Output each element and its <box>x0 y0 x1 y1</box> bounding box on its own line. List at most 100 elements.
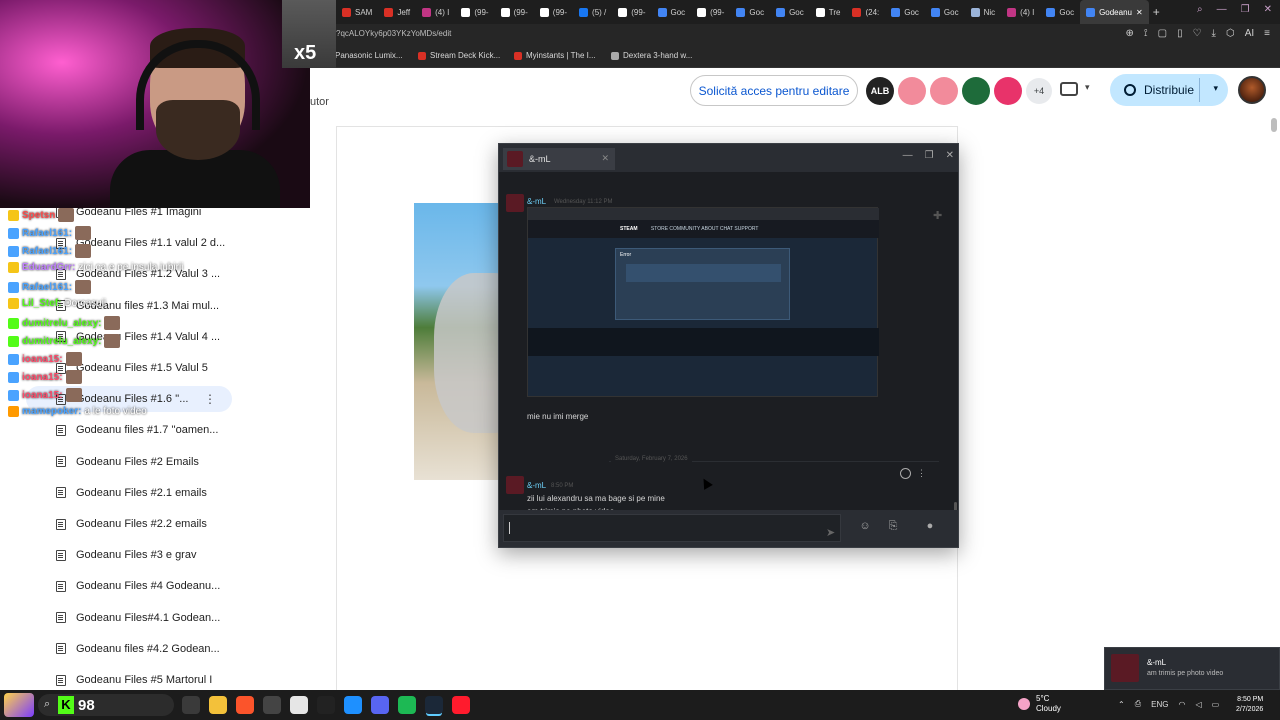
friend-avatar[interactable] <box>506 194 524 212</box>
avatar[interactable] <box>962 77 990 105</box>
message-author[interactable]: &-mL <box>527 481 546 490</box>
steam-icon[interactable] <box>425 696 443 714</box>
page-scrollbar[interactable] <box>1271 118 1277 132</box>
maximize-icon[interactable]: ❐ <box>1241 4 1250 15</box>
outline-item[interactable]: Godeanu Files #1.5 Valul 5 <box>26 355 232 381</box>
browser-tab[interactable]: Jeff <box>378 0 416 24</box>
start-button[interactable] <box>4 693 34 717</box>
close-icon[interactable]: ✕ <box>946 150 954 161</box>
reaction-icon[interactable] <box>900 468 911 479</box>
browser-tab[interactable]: Goc <box>1040 0 1080 24</box>
chevron-down-icon[interactable]: ▾ <box>1213 83 1218 94</box>
outline-item[interactable]: Godeanu Files #1.6 ''... ⋮ <box>26 386 232 413</box>
share-button[interactable]: Distribuie ▾ <box>1110 74 1228 106</box>
outline-item[interactable]: Godeanu files #1.3 Mai mul... <box>26 293 232 319</box>
outline-item[interactable]: Godeanu Files #1.4 Valul 4 ... <box>26 324 232 350</box>
outline-item[interactable]: Godeanu Files #1.1 valul 2 d... <box>26 230 232 256</box>
extensions-icon[interactable]: ⬡ <box>1226 28 1235 39</box>
opera-gx-icon[interactable] <box>452 696 470 714</box>
menu-icon[interactable]: ≡ <box>1264 28 1270 39</box>
url-field[interactable]: ?qcALOYky6p03YKzYoMDs/edit <box>336 29 451 38</box>
taskbar-search[interactable]: ⌕ K 98 <box>38 694 174 716</box>
close-icon[interactable]: ✕ <box>1264 4 1272 15</box>
browser-tab[interactable]: Nic <box>965 0 1002 24</box>
close-tab-icon[interactable]: ✕ <box>601 153 609 164</box>
avatar[interactable] <box>994 77 1022 105</box>
minimize-icon[interactable]: — <box>1217 4 1227 15</box>
wifi-icon[interactable]: ◠ <box>1178 700 1185 709</box>
avatar[interactable] <box>930 77 958 105</box>
browser-tab[interactable]: SAM <box>336 0 378 24</box>
message-author[interactable]: &-mL <box>527 197 546 206</box>
browser-tab[interactable]: Goc <box>770 0 810 24</box>
avatar[interactable] <box>898 77 926 105</box>
language-indicator[interactable]: ENG <box>1151 700 1168 709</box>
chevron-up-icon[interactable]: ⌃ <box>1118 700 1125 709</box>
discord-icon[interactable] <box>371 696 389 714</box>
browser-tab[interactable]: (99- <box>455 0 494 24</box>
outline-item[interactable]: Godeanu files #1.7 ''oamen... <box>26 417 232 443</box>
obs-icon[interactable] <box>263 696 281 714</box>
attach-icon[interactable]: ⎘ <box>886 520 900 534</box>
outline-item[interactable]: Godeanu files #4.2 Godean... <box>26 636 232 662</box>
browser-tab[interactable]: Goc <box>730 0 770 24</box>
active-browser-tab[interactable]: Godeanu ✕ <box>1080 0 1149 24</box>
github-icon[interactable] <box>317 696 335 714</box>
task-view-icon[interactable] <box>182 696 200 714</box>
message-input[interactable]: ➤ <box>503 514 841 542</box>
battery-icon[interactable]: ▭ <box>1212 700 1220 709</box>
outline-item[interactable]: Godeanu Files #1.2 Valul 3 ... <box>26 261 232 287</box>
store-icon[interactable] <box>290 696 308 714</box>
screenshot-attachment[interactable]: STEAM STORE COMMUNITY ABOUT CHAT SUPPORT… <box>527 207 879 397</box>
browser-tab[interactable]: Tre <box>810 0 847 24</box>
more-collaborators-count[interactable]: +4 <box>1026 78 1052 104</box>
steam-notification[interactable]: &-mL am trimis pe photo video <box>1104 647 1280 690</box>
outline-item[interactable]: Godeanu Files #2.1 emails <box>26 480 232 506</box>
streamer-bot-icon[interactable] <box>344 696 362 714</box>
browser-tab[interactable]: (99- <box>495 0 534 24</box>
search-icon[interactable]: ⌕ <box>1197 4 1203 15</box>
pin-icon[interactable]: ⟟ <box>1144 28 1148 39</box>
browser-tab[interactable]: (5) / <box>573 0 612 24</box>
avatar[interactable]: ALB <box>866 77 894 105</box>
maximize-icon[interactable]: ❐ <box>925 150 934 161</box>
meet-camera-icon[interactable] <box>1060 82 1078 96</box>
add-friend-icon[interactable]: ✚ <box>933 209 942 222</box>
snapshot-icon[interactable]: ▢ <box>1158 28 1167 39</box>
request-edit-button[interactable]: Solicită acces pentru editare <box>690 75 858 106</box>
steam-chat-tab[interactable]: &-mL ✕ <box>503 148 615 170</box>
browser-tab[interactable]: (24: <box>846 0 885 24</box>
zoom-icon[interactable]: ⊕ <box>1125 28 1133 39</box>
voice-icon[interactable]: ● <box>923 520 937 534</box>
outline-item[interactable]: Godeanu Files #2 Emails <box>26 449 232 475</box>
download-icon[interactable]: ⤓ <box>1212 28 1216 39</box>
more-options-icon[interactable]: ⋮ <box>204 392 216 406</box>
aria-icon[interactable]: AI <box>1245 28 1254 39</box>
browser-tab[interactable]: Goc <box>652 0 692 24</box>
browser-tab[interactable]: (99- <box>534 0 573 24</box>
bookmark-item[interactable]: Stream Deck Kick... <box>418 51 500 60</box>
outline-item[interactable]: Godeanu Files #3 e grav <box>26 542 232 568</box>
new-tab-button[interactable]: + <box>1153 5 1160 19</box>
document-image[interactable] <box>414 203 500 480</box>
file-explorer-icon[interactable] <box>209 696 227 714</box>
browser-tab[interactable]: Goc <box>925 0 965 24</box>
outline-item[interactable]: Godeanu Files #4 Godeanu... <box>26 573 232 599</box>
outline-item[interactable]: Godeanu Files #2.2 emails <box>26 511 232 537</box>
browser-tab[interactable]: Goc <box>885 0 925 24</box>
browser-tab[interactable]: (4) I <box>416 0 455 24</box>
more-options-icon[interactable]: ⋮ <box>917 468 926 479</box>
browser-tab[interactable]: (4) I <box>1001 0 1040 24</box>
outline-item[interactable]: Godeanu Files#4.1 Godean... <box>26 605 232 631</box>
send-icon[interactable]: ➤ <box>826 526 835 539</box>
browser-tab[interactable]: (99- <box>612 0 651 24</box>
spotify-icon[interactable] <box>398 696 416 714</box>
steam-chat-history[interactable]: ✚ &-mL Wednesday 11:12 PM STEAM STORE CO… <box>499 172 958 528</box>
brave-icon[interactable] <box>236 696 254 714</box>
bookmark-item[interactable]: Myinstants | The I... <box>514 51 596 60</box>
heart-icon[interactable]: ♡ <box>1193 28 1202 39</box>
microphone-icon[interactable]: ⎙ <box>1135 699 1141 709</box>
weather-widget[interactable]: 5°C Cloudy <box>1018 694 1061 714</box>
account-avatar[interactable] <box>1238 76 1266 104</box>
chevron-down-icon[interactable]: ▾ <box>1085 82 1090 93</box>
